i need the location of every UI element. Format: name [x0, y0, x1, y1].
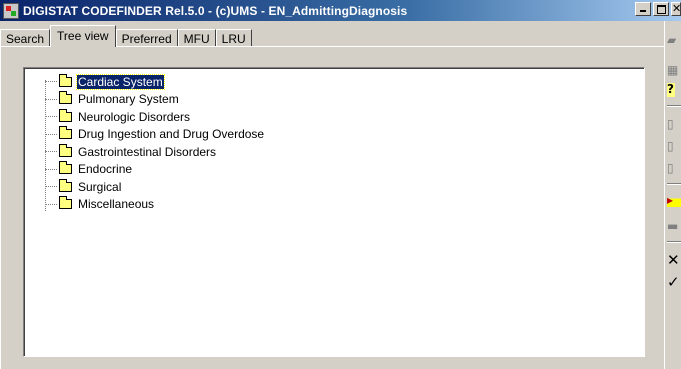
- tree-node-endocrine[interactable]: Endocrine: [34, 161, 265, 179]
- tree-node-label: Drug Ingestion and Drug Overdose: [78, 127, 265, 142]
- app-icon[interactable]: [3, 2, 19, 19]
- help-icon[interactable]: ?: [667, 83, 675, 97]
- cancel-icon[interactable]: ✕: [667, 253, 681, 268]
- new-folder-icon[interactable]: ▸: [667, 193, 681, 207]
- folder-icon: [59, 143, 72, 157]
- folder-icon: [59, 108, 72, 122]
- delete-folder-icon[interactable]: ▬: [667, 219, 681, 233]
- tab-lru[interactable]: LRU: [215, 29, 252, 47]
- tab-preferred[interactable]: Preferred: [115, 29, 178, 47]
- tree-node-label: Cardiac System: [76, 73, 165, 90]
- tab-mfu[interactable]: MFU: [177, 29, 216, 47]
- folder-icon: [59, 126, 72, 140]
- maximize-button[interactable]: [653, 2, 669, 16]
- toolbar-separator: [667, 105, 681, 107]
- open-folder-icon[interactable]: ▰: [667, 33, 681, 47]
- tree-node-gastrointestinal-disorders[interactable]: Gastrointestinal Disorders: [34, 143, 265, 161]
- tree-node-label: Pulmonary System: [78, 92, 179, 107]
- folder-icon: [59, 178, 72, 192]
- side-toolbar: ▰ ▦ ? ▯ ▯ ▯ ▸ ▬ ✕ ✓: [664, 21, 681, 369]
- close-button[interactable]: ✕: [671, 2, 681, 16]
- tree-node-neurologic-disorders[interactable]: Neurologic Disorders: [34, 108, 265, 126]
- tab-search[interactable]: Search: [0, 29, 51, 47]
- tree-node-label: Neurologic Disorders: [78, 109, 191, 124]
- toolbar-separator: [667, 241, 681, 243]
- tree: Cardiac System Pulmonary System Neurolog…: [34, 73, 265, 213]
- tree-node-surgical[interactable]: Surgical: [34, 178, 265, 196]
- edit-icon[interactable]: ▯: [667, 117, 681, 131]
- window-title: DIGISTAT CODEFINDER Rel.5.0 - (c)UMS - E…: [23, 3, 408, 18]
- tree-node-drug-ingestion[interactable]: Drug Ingestion and Drug Overdose: [34, 126, 265, 144]
- tree-view[interactable]: Cardiac System Pulmonary System Neurolog…: [23, 67, 645, 357]
- tree-node-label: Miscellaneous: [78, 197, 155, 212]
- folder-icon: [59, 73, 72, 87]
- window-controls: ✕: [633, 2, 681, 16]
- tree-node-label: Surgical: [78, 179, 122, 194]
- tree-node-label: Endocrine: [78, 162, 133, 177]
- tree-node-pulmonary-system[interactable]: Pulmonary System: [34, 91, 265, 109]
- title-bar: DIGISTAT CODEFINDER Rel.5.0 - (c)UMS - E…: [0, 0, 681, 21]
- toolbar-separator: [667, 183, 681, 185]
- folder-icon: [59, 196, 72, 210]
- folder-icon: [59, 91, 72, 105]
- tree-node-cardiac-system[interactable]: Cardiac System: [34, 73, 265, 91]
- copy-icon[interactable]: ▯: [667, 161, 681, 175]
- properties-icon[interactable]: ▦: [667, 63, 681, 77]
- tree-node-label: Gastrointestinal Disorders: [78, 144, 217, 159]
- tree-node-miscellaneous[interactable]: Miscellaneous: [34, 196, 265, 214]
- tab-tree-view[interactable]: Tree view: [50, 25, 116, 47]
- tab-bar: Search Tree view Preferred MFU LRU: [0, 25, 252, 47]
- minimize-button[interactable]: [635, 2, 651, 16]
- folder-icon: [59, 161, 72, 175]
- paste-icon[interactable]: ▯: [667, 139, 681, 153]
- ok-icon[interactable]: ✓: [667, 275, 681, 290]
